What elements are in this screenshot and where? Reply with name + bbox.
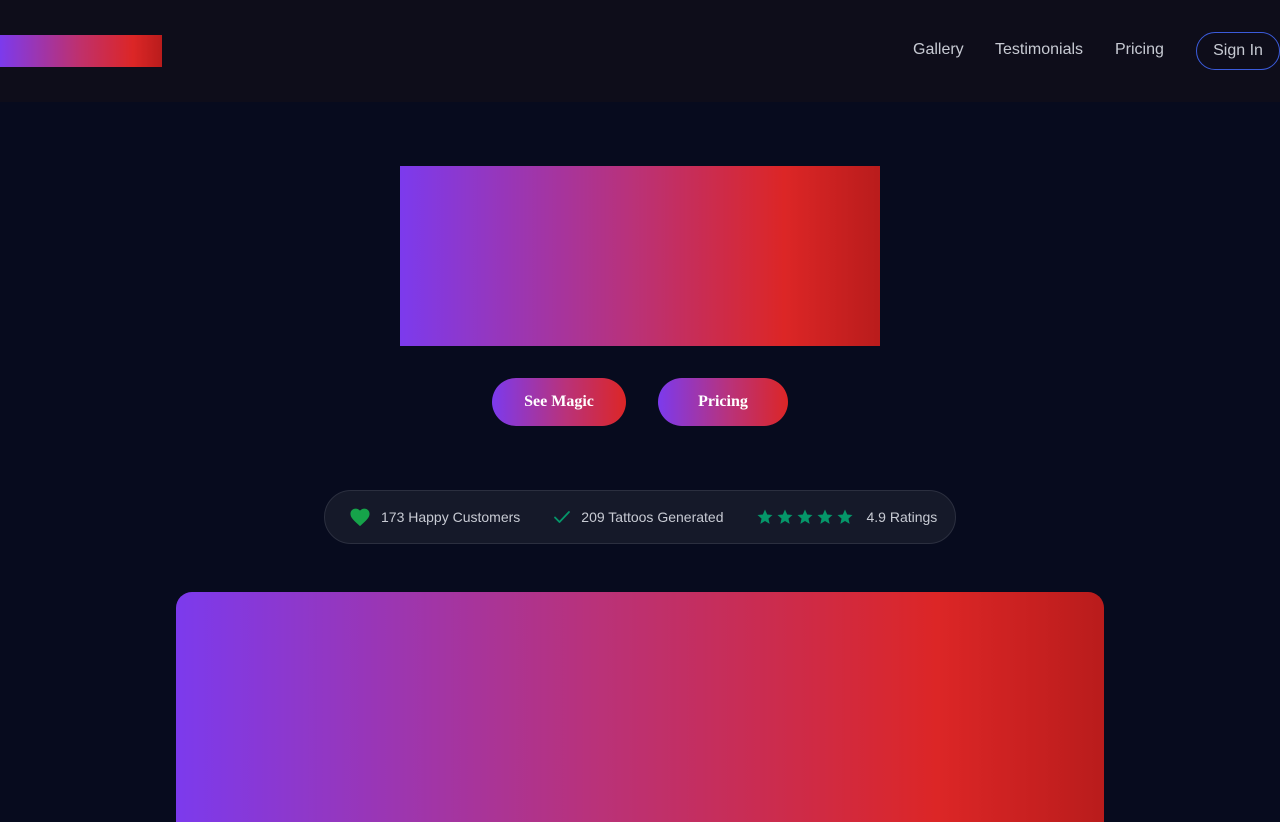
- site-header: Gallery Testimonials Pricing Sign In: [0, 0, 1280, 102]
- star-icon: [756, 508, 774, 526]
- tattoos-count-text: 209 Tattoos Generated: [581, 509, 724, 525]
- logo[interactable]: [0, 35, 162, 67]
- nav-pricing-link[interactable]: Pricing: [1115, 40, 1164, 60]
- sign-in-button[interactable]: Sign In: [1196, 32, 1280, 70]
- customers-count-text: 173 Happy Customers: [381, 509, 521, 525]
- pricing-button[interactable]: Pricing: [658, 378, 788, 426]
- stats-bar: 173 Happy Customers 209 Tattoos Generate…: [324, 490, 956, 544]
- stat-tattoos: 209 Tattoos Generated: [553, 509, 723, 525]
- star-icon: [776, 508, 794, 526]
- star-icon: [796, 508, 814, 526]
- check-icon: [553, 509, 571, 525]
- nav-testimonials-link[interactable]: Testimonials: [995, 40, 1083, 60]
- see-magic-button[interactable]: See Magic: [492, 378, 626, 426]
- ratings-text: 4.9 Ratings: [866, 509, 938, 525]
- stat-ratings: 4.9 Ratings: [756, 508, 937, 526]
- feature-banner: [176, 592, 1104, 822]
- star-rating: [756, 508, 856, 526]
- stat-customers: 173 Happy Customers: [349, 507, 520, 527]
- hero-banner: [400, 166, 880, 346]
- heart-icon: [349, 507, 371, 527]
- star-icon: [816, 508, 834, 526]
- star-icon: [836, 508, 854, 526]
- nav-gallery-link[interactable]: Gallery: [913, 40, 964, 60]
